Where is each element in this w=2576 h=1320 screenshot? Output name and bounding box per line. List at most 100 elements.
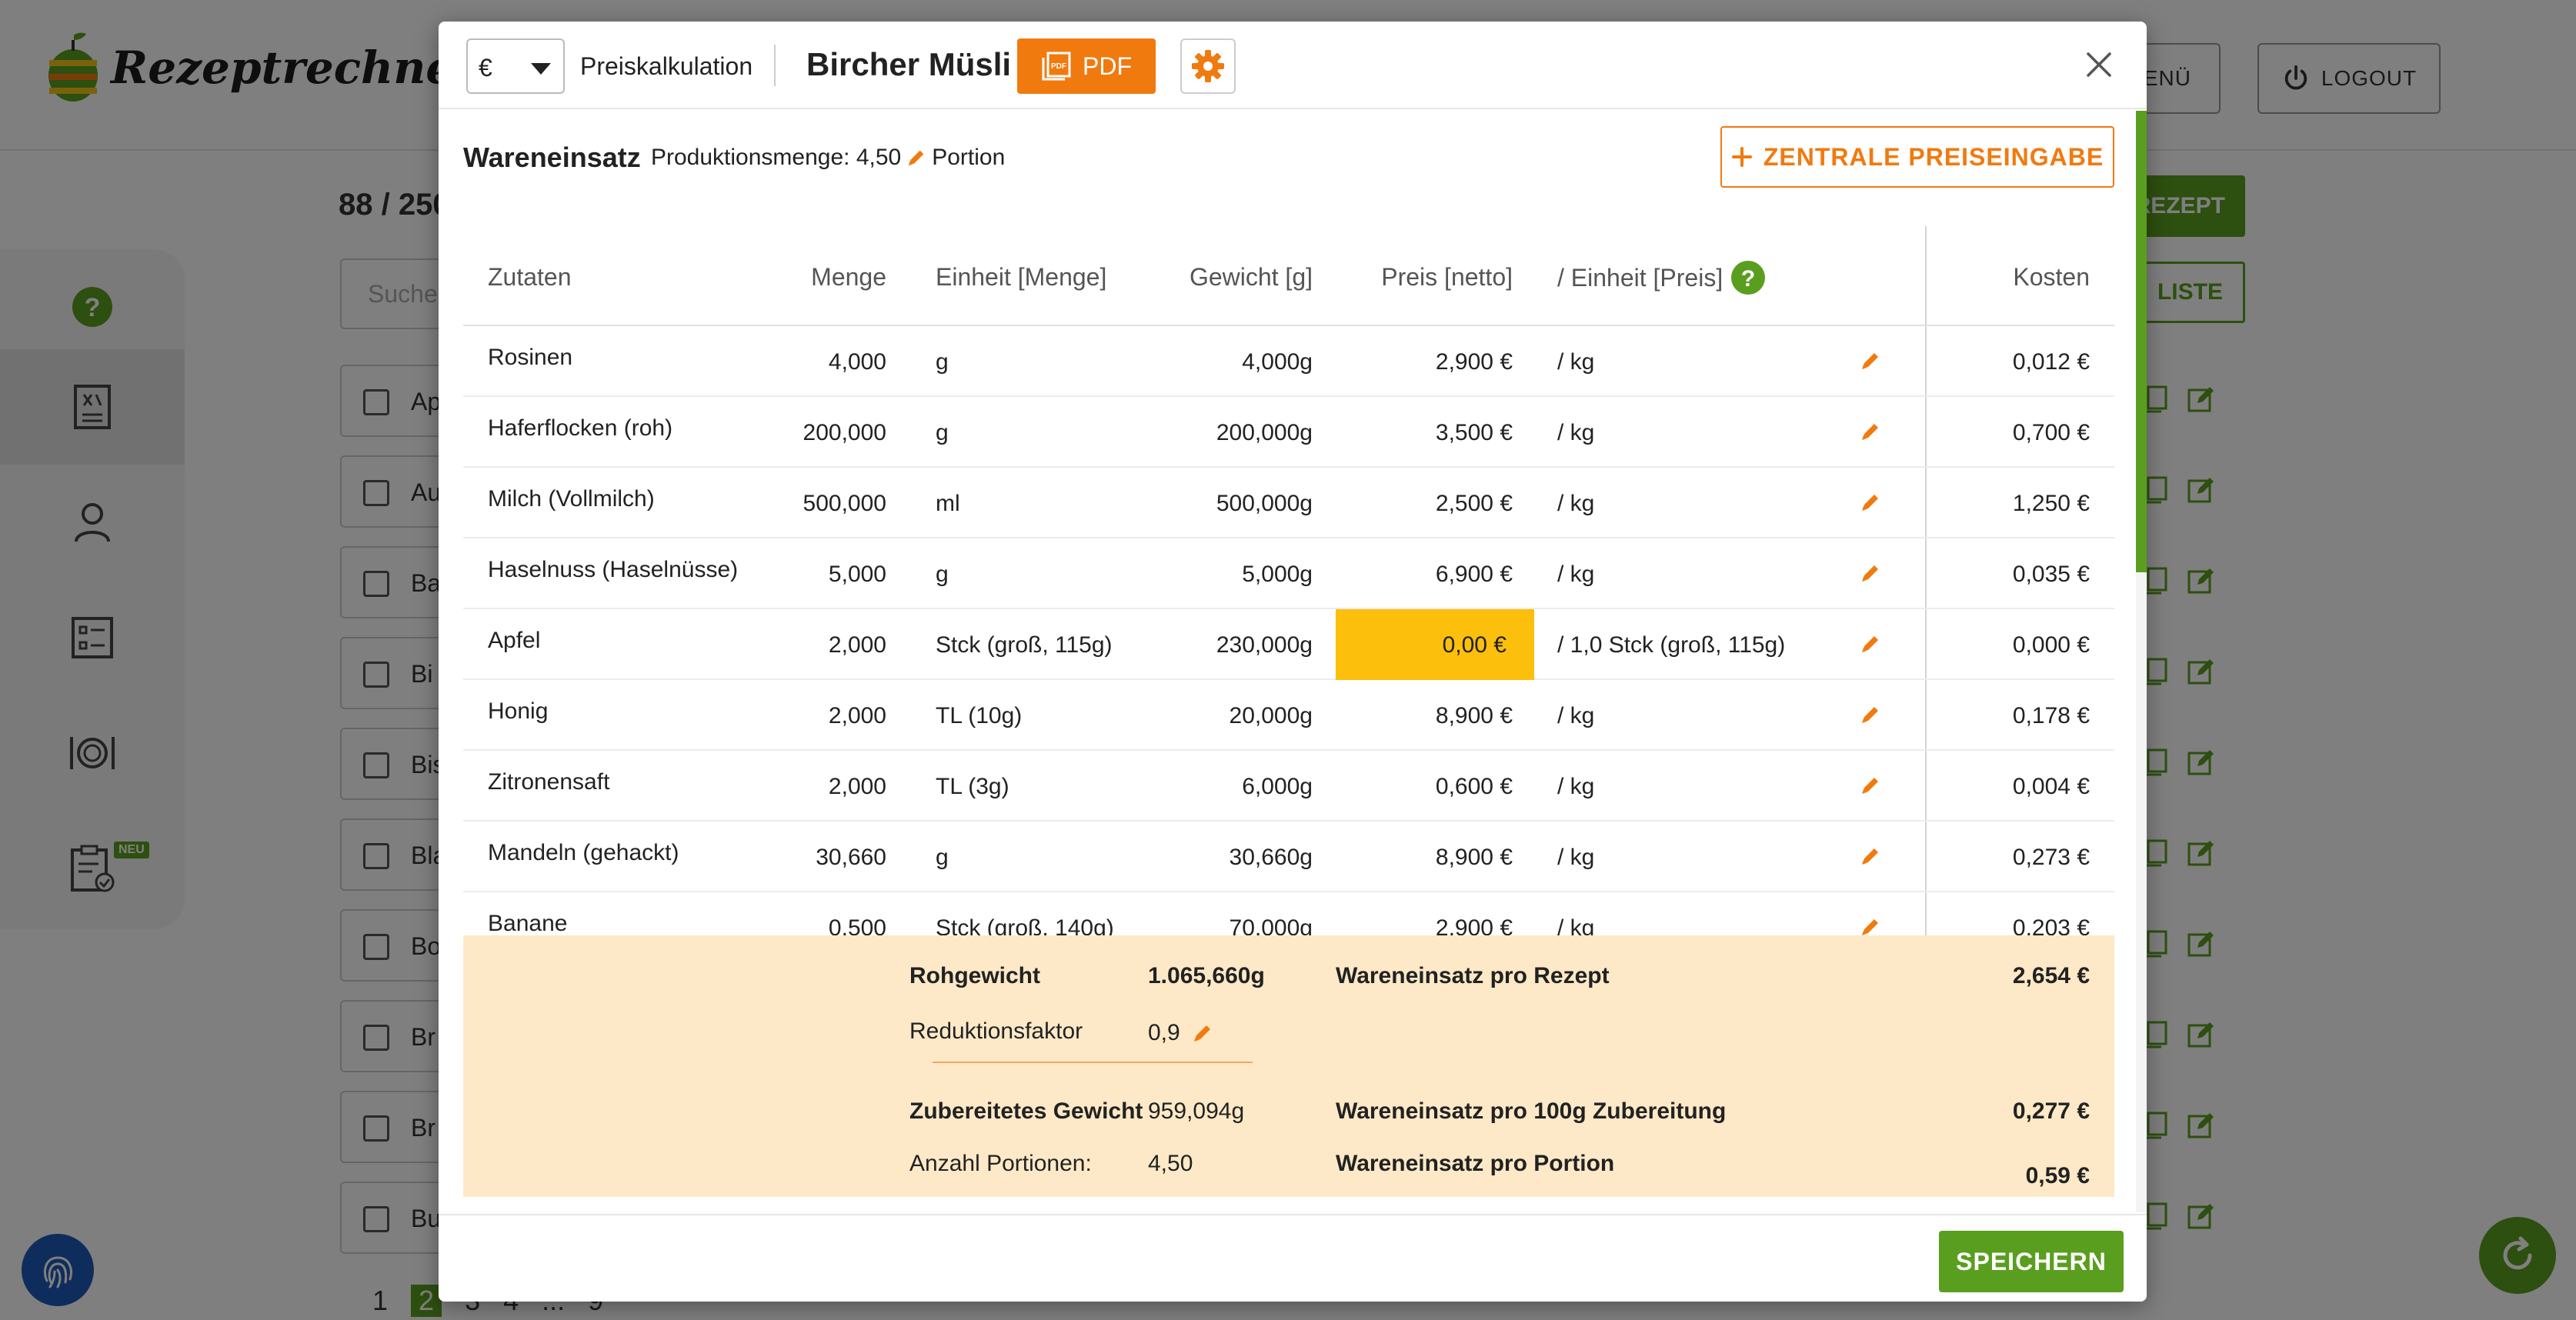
raw-weight-label: Rohgewicht (909, 963, 1040, 988)
cell-price: 0,00 € (1442, 632, 1507, 658)
cell-weight: 500,000g (1216, 491, 1313, 516)
cell-ingredient: Rosinen (488, 345, 573, 370)
save-button[interactable]: SPEICHERN (1939, 1231, 2124, 1292)
table-row: Honig 2,000 TL (10g) 20,000g 8,900 € / kg 0,17… (463, 680, 2114, 751)
cell-amount: 200,000 (802, 420, 886, 445)
header-price-unit-label: / Einheit [Preis] (1557, 263, 1723, 292)
cell-amount: 4,000 (828, 349, 886, 375)
cell-price: 3,500 € (1435, 420, 1513, 445)
per-recipe-value: 2,654 € (2012, 963, 2090, 988)
cell-ingredient: Mandeln (gehackt) (488, 840, 679, 865)
cell-unit: Stck (groß, 115g) (936, 632, 1113, 658)
cell-price: 2,500 € (1435, 491, 1513, 516)
cell-price-unit: / kg (1557, 774, 1595, 799)
price-calculation-dialog: € Preiskalkulation Bircher Müsli PDF PDF (439, 22, 2147, 1302)
settings-button[interactable] (1180, 38, 1236, 94)
header-ingredient: Zutaten (488, 263, 572, 291)
pencil-icon[interactable] (1859, 632, 1882, 655)
header-divider (774, 45, 776, 86)
header-cost: Kosten (2013, 263, 2090, 291)
pdf-file-icon: PDF (1042, 52, 1071, 81)
close-button[interactable] (2079, 45, 2119, 85)
cell-unit: g (936, 845, 949, 870)
cell-amount: 500,000 (802, 491, 886, 516)
cell-unit: ml (936, 491, 960, 516)
cell-price-unit: / kg (1557, 420, 1595, 445)
cell-price-unit: / kg (1557, 703, 1595, 728)
cell-weight: 230,000g (1216, 632, 1313, 658)
reduction-label: Reduktionsfaktor (909, 1018, 1083, 1044)
cell-amount: 2,000 (828, 703, 886, 728)
cell-cost: 0,004 € (2012, 774, 2090, 799)
cell-ingredient: Zitronensaft (488, 769, 610, 795)
central-price-label: ZENTRALE PREISEINGABE (1763, 142, 2104, 171)
production-label: Produktionsmenge: 4,50 (651, 145, 902, 170)
header-weight: Gewicht [g] (1189, 263, 1313, 291)
cell-price: 6,900 € (1435, 562, 1513, 587)
cell-price-unit: / 1,0 Stck (groß, 115g) (1557, 632, 1786, 658)
cell-unit: g (936, 562, 949, 587)
cell-unit: g (936, 349, 949, 375)
pencil-icon[interactable] (1859, 845, 1882, 868)
raw-weight-value: 1.065,660g (1148, 963, 1265, 988)
pencil-icon[interactable] (1191, 1022, 1214, 1045)
calc-label: Preiskalkulation (580, 52, 753, 80)
per-100g-label: Wareneinsatz pro 100g Zubereitung (1336, 1098, 1727, 1124)
summary-divider (933, 1062, 1253, 1063)
svg-text:?: ? (1741, 266, 1755, 292)
table-row: Haselnuss (Haselnüsse) 5,000 g 5,000g 6,900 … (463, 538, 2114, 609)
chevron-down-icon (531, 63, 551, 75)
cell-weight: 4,000g (1242, 349, 1313, 375)
table-row: Apfel 2,000 Stck (groß, 115g) 230,000g 0,00 … (463, 609, 2114, 680)
pencil-icon[interactable] (1859, 420, 1882, 443)
cell-weight: 30,660g (1229, 845, 1313, 870)
prepared-weight-label: Zubereitetes Gewicht (909, 1098, 1143, 1124)
gear-icon (1192, 50, 1224, 82)
pdf-button[interactable]: PDF PDF (1017, 38, 1156, 94)
production-unit: Portion (932, 145, 1006, 170)
cell-price: 2,900 € (1435, 349, 1513, 375)
cell-cost: 0,178 € (2012, 703, 2090, 728)
cell-weight: 20,000g (1229, 703, 1313, 728)
table-body: Rosinen 4,000 g 4,000g 2,900 € / kg 0,012 € Haf… (463, 326, 2114, 963)
scrollbar-thumb[interactable] (2136, 111, 2147, 572)
cell-weight: 5,000g (1242, 562, 1313, 587)
header-unit: Einheit [Menge] (936, 263, 1107, 291)
scrollbar[interactable] (2136, 111, 2147, 1212)
cell-unit: TL (3g) (936, 774, 1009, 799)
cell-cost: 0,012 € (2012, 349, 2090, 375)
pencil-icon[interactable] (1859, 562, 1882, 585)
close-icon (2087, 52, 2111, 77)
table-row: Zitronensaft 2,000 TL (3g) 6,000g 0,600 € / k… (463, 751, 2114, 822)
pencil-icon[interactable] (1859, 703, 1882, 726)
pencil-icon[interactable] (1859, 491, 1882, 514)
recipe-title: Bircher Müsli (806, 46, 1012, 82)
cell-price-unit: / kg (1557, 562, 1595, 587)
help-icon[interactable]: ? (1730, 260, 1766, 295)
currency-select[interactable]: € (466, 38, 565, 94)
cell-weight: 200,000g (1216, 420, 1313, 445)
pencil-icon[interactable] (1859, 774, 1882, 797)
table-row: Rosinen 4,000 g 4,000g 2,900 € / kg 0,012 € (463, 326, 2114, 397)
table-row: Milch (Vollmilch) 500,000 ml 500,000g 2,500 … (463, 468, 2114, 538)
cell-amount: 30,660 (816, 845, 886, 870)
central-price-button[interactable]: ZENTRALE PREISEINGABE (1720, 126, 2114, 188)
svg-text:PDF: PDF (1051, 62, 1066, 71)
cell-ingredient: Honig (488, 698, 549, 724)
portions-label: Anzahl Portionen: (909, 1151, 1092, 1176)
cell-ingredient: Haferflocken (roh) (488, 415, 673, 441)
per-portion-value: 0,59 € (2025, 1163, 2090, 1188)
per-portion-label: Wareneinsatz pro Portion (1336, 1151, 1615, 1176)
cell-cost: 1,250 € (2012, 491, 2090, 516)
cell-cost: 0,273 € (2012, 845, 2090, 870)
cell-cost: 0,700 € (2012, 420, 2090, 445)
cell-amount: 2,000 (828, 632, 886, 658)
ingredients-table: Zutaten Menge Einheit [Menge] Gewicht [g… (463, 226, 2114, 1035)
pencil-icon[interactable] (906, 147, 927, 168)
summary-panel: Rohgewicht 1.065,660g Reduktionsfaktor 0… (463, 935, 2114, 1197)
cell-cost: 0,000 € (2012, 632, 2090, 658)
reduction-number: 0,9 (1148, 1020, 1180, 1045)
pdf-label: PDF (1083, 52, 1132, 80)
header-price-unit: / Einheit [Preis] ? (1557, 260, 1766, 295)
pencil-icon[interactable] (1859, 349, 1882, 372)
